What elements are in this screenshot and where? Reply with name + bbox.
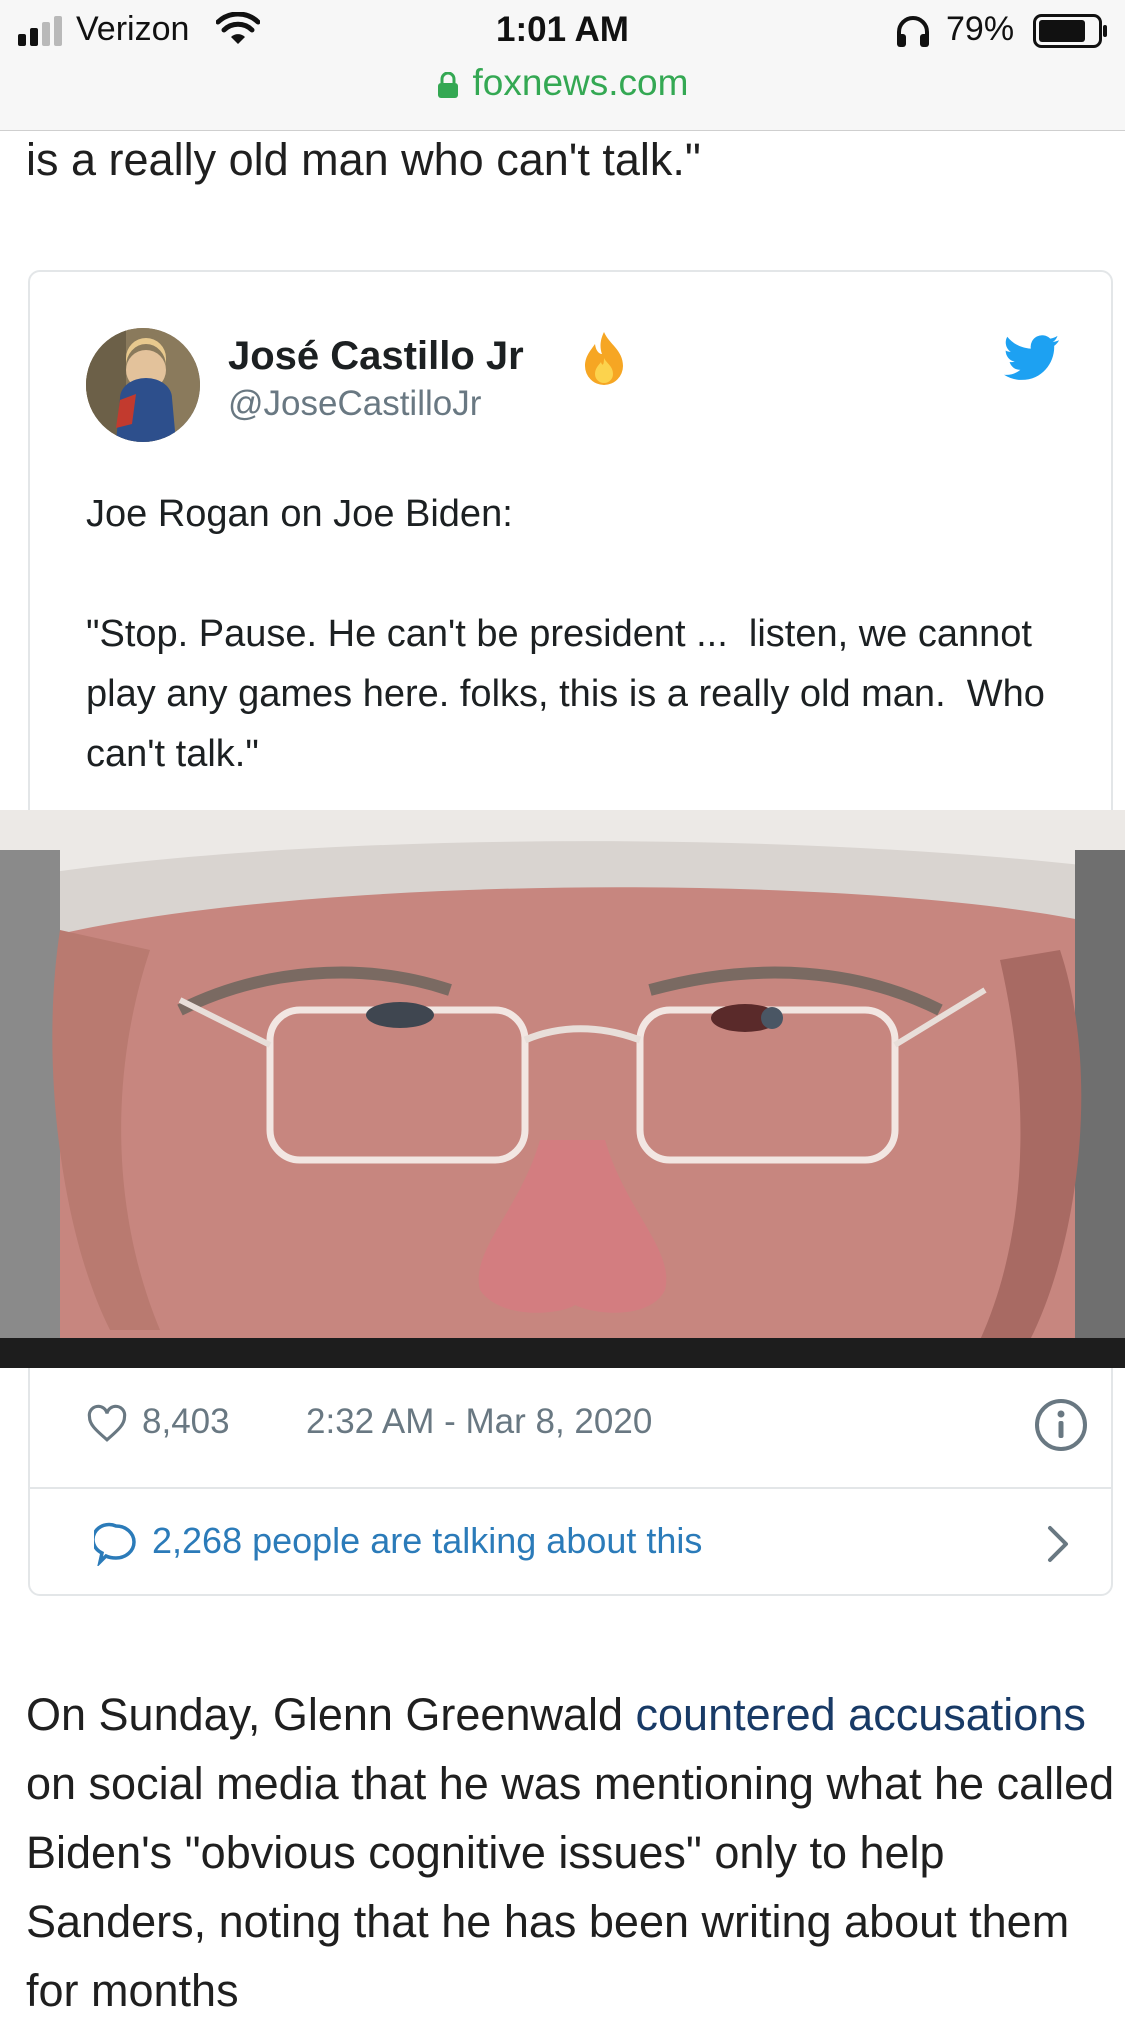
article-quote-tail: is a really old man who can't talk." [26,134,701,185]
tweet-timestamp[interactable]: 2:32 AM - Mar 8, 2020 [306,1402,652,1442]
browser-top-bar: Verizon 1:01 AM 79% foxnews.com [0,0,1125,131]
url-text[interactable]: foxnews.com [473,62,689,103]
like-count[interactable]: 8,403 [142,1402,230,1442]
tweet-author-name[interactable]: José Castillo Jr [228,334,524,379]
avatar[interactable] [86,328,200,442]
info-icon[interactable] [1034,1398,1088,1452]
chevron-right-icon[interactable] [1044,1524,1072,1564]
article-paragraph: On Sunday, Glenn Greenwald countered acc… [26,1680,1125,2025]
tweet-text: Joe Rogan on Joe Biden: "Stop. Pause. He… [86,493,1045,775]
fire-emoji-icon [585,332,623,385]
tweet-meta-row: 8,403 2:32 AM - Mar 8, 2020 [86,1396,1087,1456]
battery-percent: 79% [946,10,1015,48]
tweet-photo[interactable] [0,810,1125,1368]
battery-icon [1033,14,1107,48]
tweet-author-handle[interactable]: @JoseCastilloJr [228,384,481,424]
tweet-divider [30,1487,1111,1489]
conversation-link[interactable]: 2,268 people are talking about this [94,1518,1074,1578]
countered-accusations-link[interactable]: countered accusations [636,1689,1086,1740]
status-bar: Verizon 1:01 AM 79% [0,0,1125,62]
url-bar[interactable]: foxnews.com [0,62,1125,112]
paragraph-text-end: on social media that he was mentioning w… [26,1758,1115,2016]
conversation-count[interactable]: 2,268 people are talking about this [152,1520,702,1562]
paragraph-text-start: On Sunday, Glenn Greenwald [26,1689,636,1740]
twitter-bird-icon[interactable] [1004,334,1060,382]
heart-icon[interactable] [86,1404,128,1444]
embedded-tweet[interactable]: José Castillo Jr @JoseCastilloJr Joe Rog… [0,270,1125,1596]
lock-icon [437,72,458,98]
speech-bubble-icon [94,1522,136,1566]
headphones-icon [897,16,929,47]
